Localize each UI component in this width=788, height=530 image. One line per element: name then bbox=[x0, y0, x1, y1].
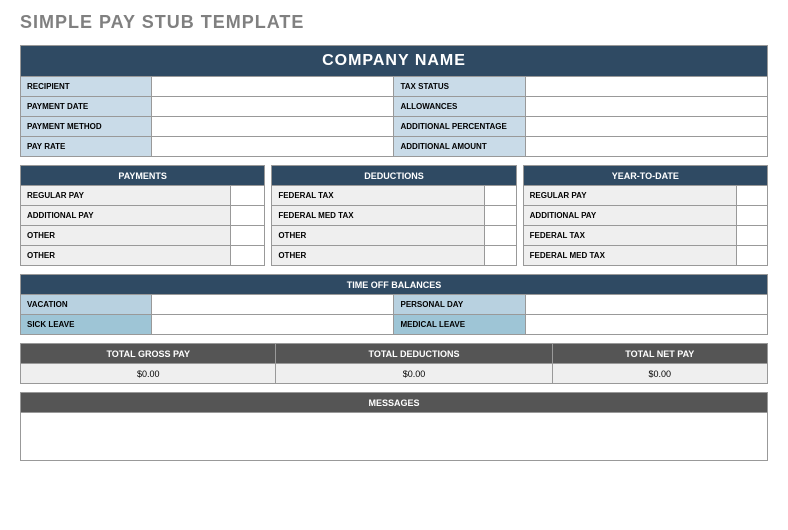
info-label-payment-method: PAYMENT METHOD bbox=[21, 117, 152, 137]
company-name-header: COMPANY NAME bbox=[21, 46, 768, 77]
page-title: SIMPLE PAY STUB TEMPLATE bbox=[20, 12, 768, 33]
totals-net-value: $0.00 bbox=[552, 364, 767, 384]
totals-deductions-value: $0.00 bbox=[276, 364, 552, 384]
deductions-row-value[interactable] bbox=[485, 206, 516, 226]
payments-row-label: ADDITIONAL PAY bbox=[21, 206, 231, 226]
info-label-additional-percentage: ADDITIONAL PERCENTAGE bbox=[394, 117, 525, 137]
ytd-row-label: FEDERAL MED TAX bbox=[523, 246, 736, 266]
deductions-row-value[interactable] bbox=[485, 186, 516, 206]
timeoff-label-sick-leave: SICK LEAVE bbox=[21, 315, 152, 335]
info-value-payment-date[interactable] bbox=[152, 97, 394, 117]
timeoff-value-vacation[interactable] bbox=[152, 295, 394, 315]
timeoff-label-medical-leave: MEDICAL LEAVE bbox=[394, 315, 525, 335]
timeoff-label-vacation: VACATION bbox=[21, 295, 152, 315]
ytd-row-value[interactable] bbox=[736, 206, 767, 226]
info-value-pay-rate[interactable] bbox=[152, 137, 394, 157]
ytd-row-value[interactable] bbox=[736, 186, 767, 206]
timeoff-value-sick-leave[interactable] bbox=[152, 315, 394, 335]
info-label-recipient: RECIPIENT bbox=[21, 77, 152, 97]
totals-gross-value: $0.00 bbox=[21, 364, 276, 384]
info-table: COMPANY NAME RECIPIENT TAX STATUS PAYMEN… bbox=[20, 45, 768, 157]
totals-gross-header: TOTAL GROSS PAY bbox=[21, 344, 276, 364]
timeoff-header: TIME OFF BALANCES bbox=[21, 275, 768, 295]
info-value-allowances[interactable] bbox=[525, 97, 767, 117]
info-value-tax-status[interactable] bbox=[525, 77, 767, 97]
info-label-pay-rate: PAY RATE bbox=[21, 137, 152, 157]
info-label-allowances: ALLOWANCES bbox=[394, 97, 525, 117]
info-label-additional-amount: ADDITIONAL AMOUNT bbox=[394, 137, 525, 157]
ytd-row-label: ADDITIONAL PAY bbox=[523, 206, 736, 226]
payments-row-value[interactable] bbox=[231, 246, 265, 266]
ytd-row-value[interactable] bbox=[736, 246, 767, 266]
info-value-recipient[interactable] bbox=[152, 77, 394, 97]
payments-row-value[interactable] bbox=[231, 206, 265, 226]
messages-header: MESSAGES bbox=[21, 393, 768, 413]
deductions-row-label: FEDERAL TAX bbox=[272, 186, 485, 206]
payments-row-label: OTHER bbox=[21, 246, 231, 266]
timeoff-table: TIME OFF BALANCES VACATION PERSONAL DAY … bbox=[20, 274, 768, 335]
three-column-section: PAYMENTS REGULAR PAY ADDITIONAL PAY OTHE… bbox=[20, 165, 768, 266]
ytd-table: YEAR-TO-DATE REGULAR PAY ADDITIONAL PAY … bbox=[523, 165, 768, 266]
info-label-tax-status: TAX STATUS bbox=[394, 77, 525, 97]
payments-header: PAYMENTS bbox=[21, 166, 265, 186]
totals-table: TOTAL GROSS PAY TOTAL DEDUCTIONS TOTAL N… bbox=[20, 343, 768, 384]
payments-row-value[interactable] bbox=[231, 226, 265, 246]
timeoff-label-personal-day: PERSONAL DAY bbox=[394, 295, 525, 315]
ytd-row-label: REGULAR PAY bbox=[523, 186, 736, 206]
info-value-additional-percentage[interactable] bbox=[525, 117, 767, 137]
ytd-row-value[interactable] bbox=[736, 226, 767, 246]
deductions-row-value[interactable] bbox=[485, 226, 516, 246]
ytd-header: YEAR-TO-DATE bbox=[523, 166, 767, 186]
deductions-row-label: OTHER bbox=[272, 246, 485, 266]
deductions-header: DEDUCTIONS bbox=[272, 166, 516, 186]
timeoff-value-medical-leave[interactable] bbox=[525, 315, 767, 335]
messages-table: MESSAGES bbox=[20, 392, 768, 461]
ytd-row-label: FEDERAL TAX bbox=[523, 226, 736, 246]
info-value-additional-amount[interactable] bbox=[525, 137, 767, 157]
payments-table: PAYMENTS REGULAR PAY ADDITIONAL PAY OTHE… bbox=[20, 165, 265, 266]
payments-row-label: REGULAR PAY bbox=[21, 186, 231, 206]
info-label-payment-date: PAYMENT DATE bbox=[21, 97, 152, 117]
info-value-payment-method[interactable] bbox=[152, 117, 394, 137]
deductions-row-label: OTHER bbox=[272, 226, 485, 246]
deductions-table: DEDUCTIONS FEDERAL TAX FEDERAL MED TAX O… bbox=[271, 165, 516, 266]
deductions-row-value[interactable] bbox=[485, 246, 516, 266]
deductions-row-label: FEDERAL MED TAX bbox=[272, 206, 485, 226]
totals-deductions-header: TOTAL DEDUCTIONS bbox=[276, 344, 552, 364]
timeoff-value-personal-day[interactable] bbox=[525, 295, 767, 315]
payments-row-label: OTHER bbox=[21, 226, 231, 246]
totals-net-header: TOTAL NET PAY bbox=[552, 344, 767, 364]
messages-body[interactable] bbox=[21, 413, 768, 461]
payments-row-value[interactable] bbox=[231, 186, 265, 206]
